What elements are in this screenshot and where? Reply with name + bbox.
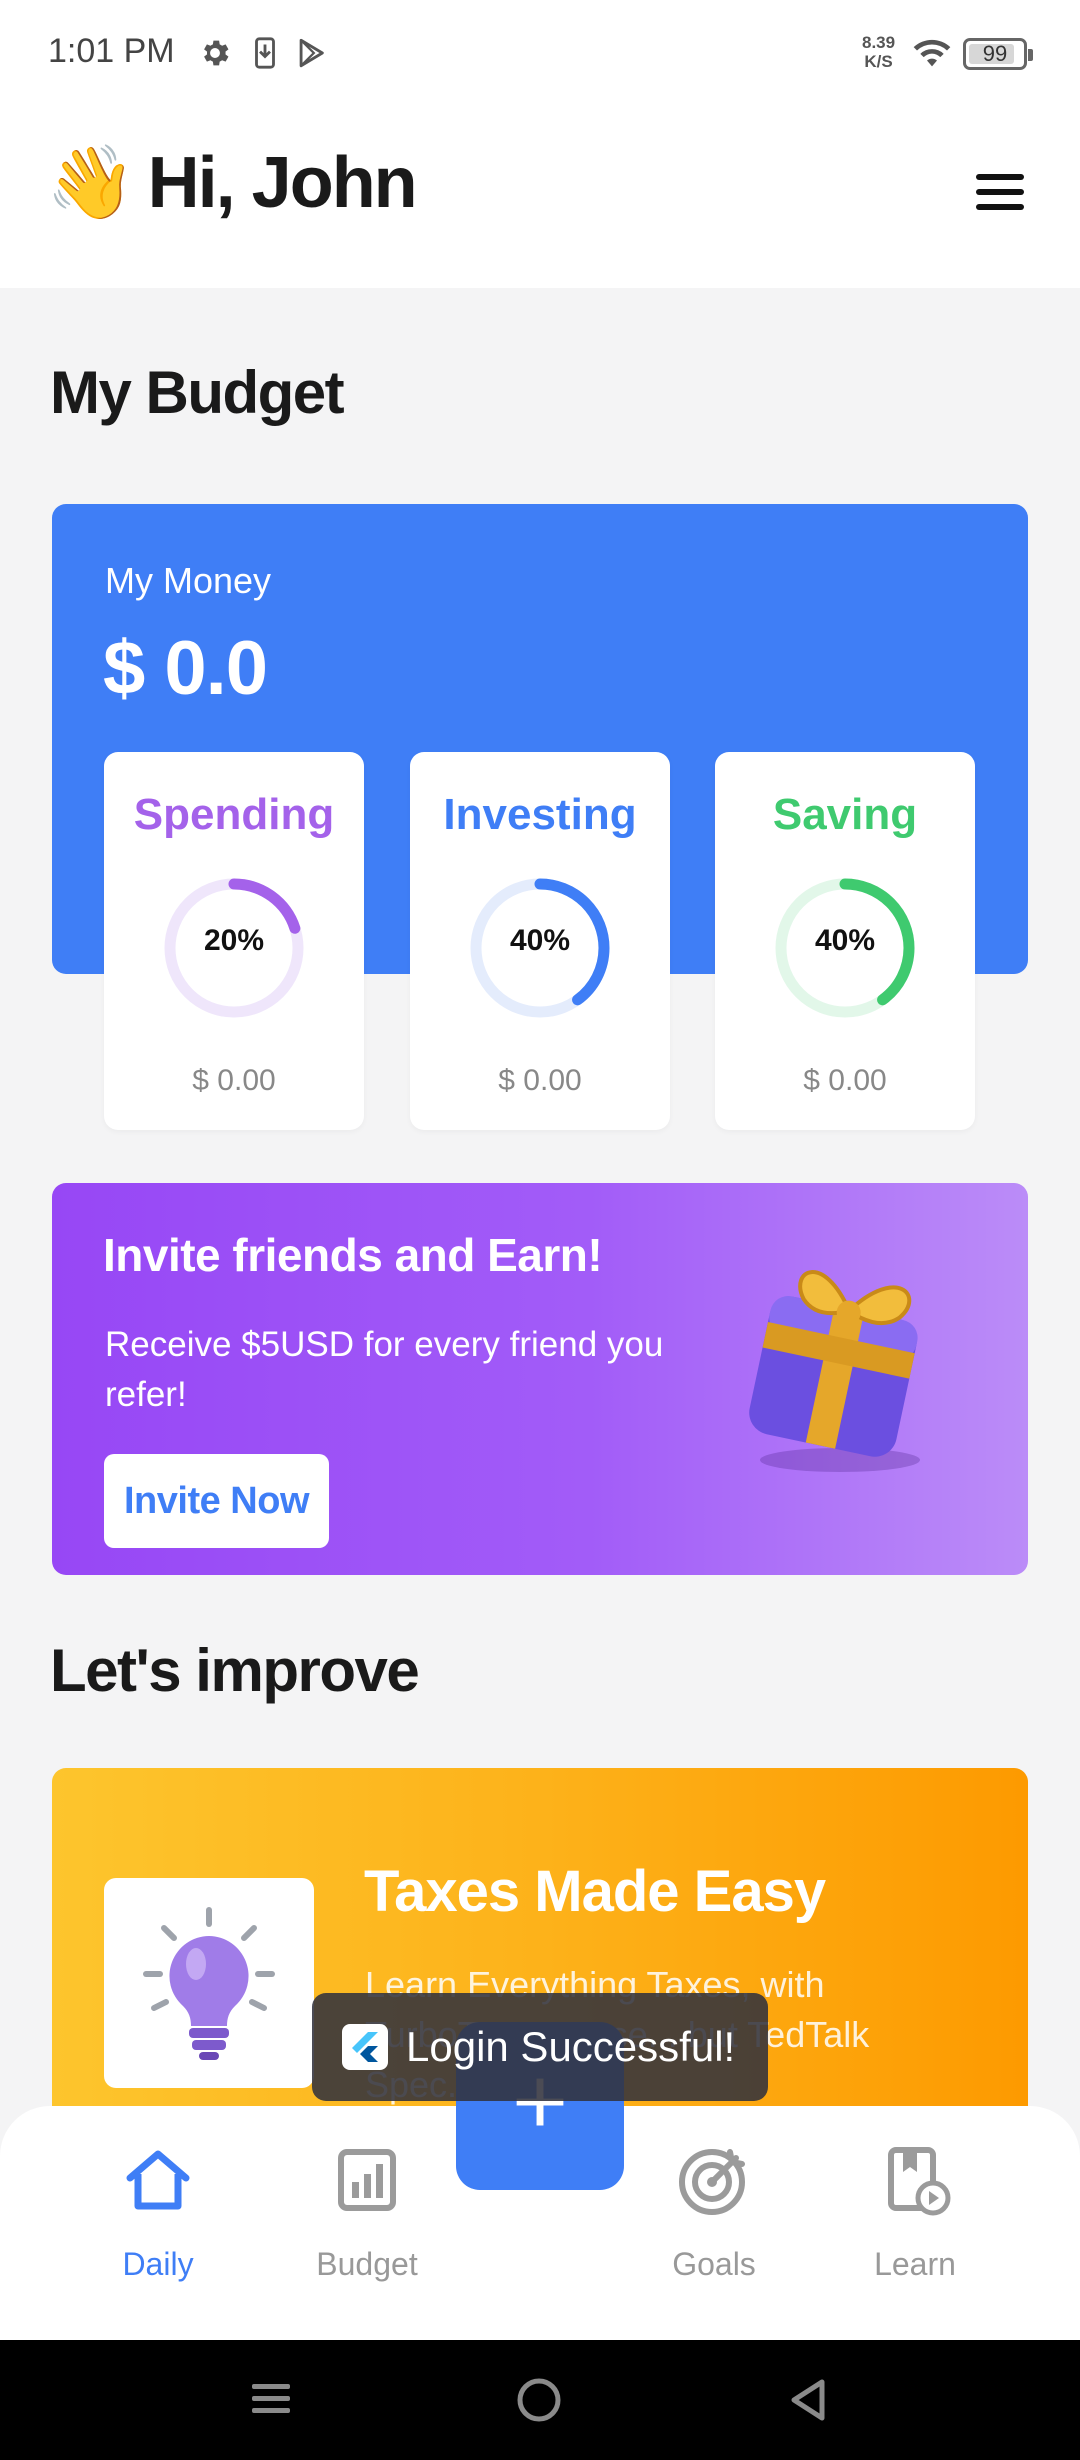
battery-level: 99 xyxy=(982,41,1008,66)
login-toast: Login Successful! xyxy=(312,1993,768,2101)
nav-label-goals: Goals xyxy=(672,2246,756,2282)
lightbulb-icon xyxy=(143,1907,275,2060)
nav-label-budget: Budget xyxy=(316,2246,418,2282)
spending-amount: $ 0.00 xyxy=(192,1064,276,1097)
spending-label: Spending xyxy=(133,790,335,839)
money-label: My Money xyxy=(105,560,272,601)
wifi-icon xyxy=(913,39,951,67)
saving-label: Saving xyxy=(772,790,918,839)
invite-text: Receive $5USD for every friend you refer… xyxy=(105,1325,664,1414)
invite-title: Invite friends and Earn! xyxy=(103,1229,603,1281)
greeting-row: 👋 Hi, John xyxy=(46,142,418,224)
nav-item-budget[interactable]: Budget xyxy=(277,2140,457,2290)
home-icon xyxy=(126,2150,190,2210)
system-navigation-bar xyxy=(0,2340,1080,2460)
lightbulb-card xyxy=(104,1878,314,2088)
bar-chart-icon xyxy=(338,2149,396,2211)
investing-percent: 40% xyxy=(509,924,571,957)
gear-icon xyxy=(204,40,229,66)
status-time: 1:01 PM xyxy=(48,32,175,70)
nav-item-learn[interactable]: Learn xyxy=(825,2140,1005,2290)
net-speed: 8.39 K/S xyxy=(862,33,896,71)
greeting-title: Hi, John xyxy=(147,143,418,223)
toast-message: Login Successful! xyxy=(406,2023,736,2070)
spending-card[interactable]: Spending 20% $ 0.00 xyxy=(104,752,364,1130)
nav-item-daily[interactable]: Daily xyxy=(68,2140,248,2290)
section-title-budget: My Budget xyxy=(50,359,345,426)
play-store-icon xyxy=(299,38,324,68)
saving-card[interactable]: Saving 40% $ 0.00 xyxy=(715,752,975,1130)
investing-card[interactable]: Investing 40% $ 0.00 xyxy=(410,752,670,1130)
back-button-icon[interactable] xyxy=(786,2376,830,2424)
saving-percent: 40% xyxy=(814,924,876,957)
home-button-icon[interactable] xyxy=(515,2376,563,2424)
download-icon xyxy=(255,37,275,69)
target-icon xyxy=(679,2149,745,2215)
hamburger-menu-icon[interactable] xyxy=(972,172,1028,212)
battery-icon: 99 xyxy=(963,38,1033,70)
saving-amount: $ 0.00 xyxy=(803,1064,887,1097)
money-value: $ 0.0 xyxy=(103,626,268,711)
investing-amount: $ 0.00 xyxy=(498,1064,582,1097)
flutter-logo-icon xyxy=(342,2024,388,2070)
gift-box-icon xyxy=(749,1270,920,1472)
invite-now-button[interactable]: Invite Now xyxy=(104,1454,329,1548)
improve-card-title: Taxes Made Easy xyxy=(364,1859,826,1924)
waving-hand-icon: 👋 xyxy=(46,143,136,223)
nav-label-learn: Learn xyxy=(874,2246,956,2282)
section-title-improve: Let's improve xyxy=(50,1637,420,1704)
spending-percent: 20% xyxy=(203,924,265,957)
nav-label-daily: Daily xyxy=(122,2246,194,2282)
investing-label: Investing xyxy=(443,790,637,839)
nav-item-goals[interactable]: Goals xyxy=(624,2140,804,2290)
video-book-icon xyxy=(888,2147,951,2216)
recent-apps-icon[interactable] xyxy=(250,2378,292,2420)
